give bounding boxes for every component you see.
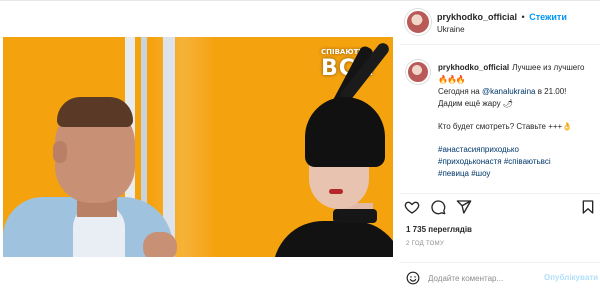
caption-gap: [438, 133, 598, 144]
hashtag-link[interactable]: #анастасияприходько: [438, 144, 598, 156]
post-header: prykhodko_official • Стежити Ukraine: [400, 5, 600, 39]
follow-button[interactable]: Стежити: [529, 12, 567, 22]
avatar[interactable]: [405, 9, 431, 35]
caption-gap: [438, 110, 598, 121]
post-comment-button[interactable]: Опублікувати: [544, 273, 598, 282]
caption-line-2: Сегодня на @kanalukraina в 21.00!: [438, 86, 598, 98]
caption-line2-prefix: Сегодня на: [438, 87, 482, 96]
fire-emoji: 🔥🔥🔥: [438, 75, 466, 84]
separator-dot: •: [521, 12, 525, 22]
caption-line-4: Кто будет смотреть? Ставьте +++👌: [438, 122, 573, 131]
caption-scrollbar[interactable]: [594, 52, 598, 192]
caption-intro: Лучшее из лучшего: [512, 63, 585, 72]
singer-figure: [273, 221, 393, 257]
header-divider: [400, 44, 600, 45]
comment-input[interactable]: [428, 271, 538, 285]
host-hair: [57, 97, 133, 127]
bookmark-icon[interactable]: [580, 199, 596, 215]
caption-line2-suffix: в 21.00!: [535, 87, 567, 96]
comment-divider: [400, 262, 600, 263]
caption-avatar[interactable]: [406, 60, 430, 84]
video-player[interactable]: СПІВАЮТЬ ВСІ!: [3, 37, 393, 257]
actions-divider: [400, 193, 600, 194]
post-timestamp[interactable]: 2 ГОД ТОМУ: [406, 241, 444, 247]
singer-choker: [333, 209, 377, 223]
caption-line-1: prykhodko_official Лучшее из лучшего: [438, 62, 598, 74]
singer-lips: [329, 189, 343, 194]
singer-headpiece: [305, 97, 385, 167]
host-hand: [143, 232, 177, 257]
header-user-line: prykhodko_official • Стежити: [437, 12, 567, 22]
hashtag-link[interactable]: #приходьконастя #співаютьвсі: [438, 156, 598, 168]
hashtag-link[interactable]: #певица #шоу: [438, 168, 598, 180]
emoji-icon[interactable]: [406, 271, 420, 285]
location-link[interactable]: Ukraine: [437, 25, 465, 34]
share-icon[interactable]: [456, 199, 472, 215]
view-count[interactable]: 1 735 переглядів: [406, 225, 472, 234]
post-caption: prykhodko_official Лучшее из лучшего 🔥🔥🔥 …: [438, 62, 598, 180]
comment-icon[interactable]: [430, 199, 446, 215]
caption-username[interactable]: prykhodko_official: [438, 63, 509, 72]
header-username[interactable]: prykhodko_official: [437, 12, 517, 22]
mention-link[interactable]: @kanalukraina: [482, 87, 535, 96]
caption-line-3: Дадим ещё жару 🌶: [438, 99, 513, 108]
post-actions: [404, 199, 596, 217]
comment-box: Опублікувати: [400, 266, 600, 292]
heart-icon[interactable]: [404, 199, 420, 215]
host-ear: [53, 141, 67, 163]
